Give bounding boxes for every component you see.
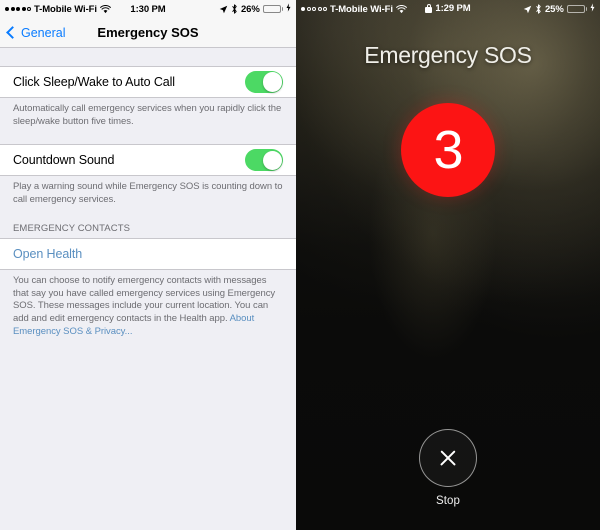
emergency-sos-title: Emergency SOS <box>364 42 532 68</box>
back-button-label: General <box>21 25 66 40</box>
emergency-sos-countdown-panel: T-Mobile Wi-Fi 1:29 PM 25% Emergency SOS… <box>296 0 600 530</box>
screenshot-root: T-Mobile Wi-Fi 1:30 PM 26% General Emerg… <box>0 0 600 530</box>
footnote-countdown-sound: Play a warning sound while Emergency SOS… <box>13 181 283 206</box>
charging-bolt-icon <box>286 3 291 15</box>
section-header-emergency-contacts: EMERGENCY CONTACTS <box>13 222 131 234</box>
stop-button-label: Stop <box>435 495 461 507</box>
battery-icon <box>566 4 587 14</box>
toggle-auto-call[interactable] <box>245 71 283 93</box>
chevron-left-icon <box>6 26 19 39</box>
navigation-bar: General Emergency SOS <box>0 18 296 48</box>
back-button-general[interactable]: General <box>6 25 66 40</box>
signal-strength-dots <box>5 7 31 11</box>
charging-bolt-icon <box>590 3 595 15</box>
row-auto-call[interactable]: Click Sleep/Wake to Auto Call <box>0 66 296 98</box>
signal-strength-dots <box>301 7 327 11</box>
carrier-label: T-Mobile Wi-Fi <box>330 3 393 15</box>
row-countdown-sound[interactable]: Countdown Sound <box>0 144 296 177</box>
stop-button[interactable] <box>419 429 477 487</box>
carrier-label: T-Mobile Wi-Fi <box>34 3 97 15</box>
toggle-knob <box>262 72 282 92</box>
countdown-number: 3 <box>433 120 463 180</box>
stop-button-container: Stop <box>296 429 600 507</box>
wifi-icon <box>100 4 111 14</box>
lock-icon <box>425 3 433 13</box>
status-bar-right-group: 26% <box>219 3 291 15</box>
footnote-emergency-contacts: You can choose to notify emergency conta… <box>0 270 296 345</box>
row-countdown-sound-label: Countdown Sound <box>13 153 115 168</box>
row-open-health[interactable]: Open Health <box>0 237 296 270</box>
section-spacer-1 <box>0 134 296 144</box>
status-bar-left-group: T-Mobile Wi-Fi <box>5 4 111 15</box>
toggle-countdown-sound[interactable] <box>245 149 283 172</box>
bluetooth-icon <box>535 4 542 14</box>
toggle-knob <box>262 150 282 171</box>
battery-icon <box>262 4 283 14</box>
wifi-icon <box>396 4 407 14</box>
list-top-spacer <box>0 48 296 66</box>
countdown-circle: 3 <box>401 103 495 197</box>
clock-label: 1:29 PM <box>435 2 471 14</box>
location-arrow-icon <box>219 5 228 14</box>
clock-label: 1:30 PM <box>130 3 166 15</box>
battery-percent-label: 26% <box>240 3 260 15</box>
status-bar-right: T-Mobile Wi-Fi 1:29 PM 25% <box>296 0 600 18</box>
location-arrow-icon <box>523 5 532 14</box>
open-health-label: Open Health <box>13 246 83 261</box>
settings-panel: T-Mobile Wi-Fi 1:30 PM 26% General Emerg… <box>0 0 296 530</box>
bluetooth-icon <box>231 4 238 14</box>
row-auto-call-label: Click Sleep/Wake to Auto Call <box>13 75 175 89</box>
footnote-auto-call: Automatically call emergency services wh… <box>13 103 282 127</box>
battery-percent-label: 25% <box>544 3 564 15</box>
status-bar-left: T-Mobile Wi-Fi 1:30 PM 26% <box>0 0 296 18</box>
status-bar-left-group: T-Mobile Wi-Fi <box>301 4 407 15</box>
status-bar-right-group: 25% <box>523 3 595 15</box>
close-x-icon <box>438 448 458 468</box>
countdown-container: 3 <box>296 103 600 197</box>
